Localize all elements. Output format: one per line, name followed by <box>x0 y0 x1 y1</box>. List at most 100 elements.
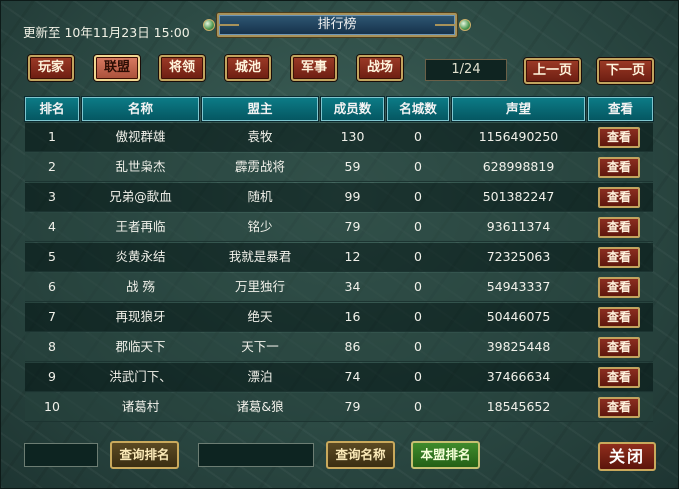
page-indicator: 1/24 <box>425 59 507 81</box>
table-row: 5 炎黄永结 我就是暴君 12 0 72325063 查看 <box>25 243 653 272</box>
view-button[interactable]: 查看 <box>598 397 640 418</box>
tab-player[interactable]: 玩家 <box>28 55 74 81</box>
title-ornament-left <box>217 24 239 26</box>
cell-cities: 0 <box>414 309 422 324</box>
cell-prestige: 1156490250 <box>478 129 559 144</box>
cell-alliance-name: 兄弟@歃血 <box>109 189 172 204</box>
cell-alliance-name: 洪武门下、 <box>109 369 172 384</box>
cell-prestige: 628998819 <box>482 159 555 174</box>
cell-prestige: 18545652 <box>486 399 551 414</box>
query-name-button[interactable]: 查询名称 <box>326 441 395 469</box>
cell-alliance-name: 郡临天下 <box>115 339 166 354</box>
next-page-button[interactable]: 下一页 <box>597 58 654 84</box>
window-title-bar: 排行榜 <box>203 13 471 37</box>
tab-alliance[interactable]: 联盟 <box>94 55 140 81</box>
view-button[interactable]: 查看 <box>598 187 640 208</box>
leaderboard-window: 更新至 10年11月23日 15:00 排行榜 玩家 联盟 将领 城池 军事 战… <box>0 0 679 489</box>
cell-alliance-name: 炎黄永结 <box>115 249 166 264</box>
cell-leader: 随机 <box>247 189 273 204</box>
tab-general[interactable]: 将领 <box>159 55 205 81</box>
view-button[interactable]: 查看 <box>598 367 640 388</box>
cell-cities: 0 <box>414 159 422 174</box>
table-row: 9 洪武门下、 漂泊 74 0 37466634 查看 <box>25 363 653 392</box>
gem-icon <box>459 19 471 31</box>
cell-rank: 9 <box>48 369 56 384</box>
cell-cities: 0 <box>414 279 422 294</box>
cell-prestige: 501382247 <box>482 189 555 204</box>
tab-battlefield[interactable]: 战场 <box>357 55 403 81</box>
cell-leader: 铭少 <box>247 219 273 234</box>
window-title: 排行榜 <box>317 17 357 32</box>
table-row: 1 傲视群雄 袁牧 130 0 1156490250 查看 <box>25 123 653 152</box>
cell-members: 79 <box>344 219 361 234</box>
cell-cities: 0 <box>414 129 422 144</box>
view-button[interactable]: 查看 <box>598 337 640 358</box>
cell-leader: 绝天 <box>247 309 273 324</box>
table-row: 8 郡临天下 天下一 86 0 39825448 查看 <box>25 333 653 362</box>
view-button[interactable]: 查看 <box>598 157 640 178</box>
prev-page-button[interactable]: 上一页 <box>524 58 581 84</box>
tab-city[interactable]: 城池 <box>225 55 271 81</box>
column-header-rank: 排名 <box>25 97 79 121</box>
cell-members: 99 <box>344 189 361 204</box>
table-row: 3 兄弟@歃血 随机 99 0 501382247 查看 <box>25 183 653 212</box>
cell-rank: 10 <box>44 399 60 414</box>
cell-alliance-name: 再现狼牙 <box>115 309 166 324</box>
cell-rank: 6 <box>48 279 56 294</box>
cell-prestige: 54943337 <box>486 279 551 294</box>
cell-prestige: 93611374 <box>486 219 551 234</box>
table-row: 2 乱世枭杰 霹雳战将 59 0 628998819 查看 <box>25 153 653 182</box>
cell-members: 16 <box>344 309 361 324</box>
column-header-members: 成员数 <box>321 97 384 121</box>
column-header-cities: 名城数 <box>387 97 449 121</box>
cell-rank: 2 <box>48 159 56 174</box>
close-button[interactable]: 关闭 <box>598 442 656 471</box>
cell-alliance-name: 傲视群雄 <box>115 129 166 144</box>
view-button[interactable]: 查看 <box>598 307 640 328</box>
own-alliance-rank-button[interactable]: 本盟排名 <box>411 441 480 469</box>
table-row: 10 诸葛村 诸葛&狼 79 0 18545652 查看 <box>25 393 653 422</box>
cell-leader: 我就是暴君 <box>228 249 292 264</box>
cell-members: 12 <box>344 249 361 264</box>
gem-icon <box>203 19 215 31</box>
view-button[interactable]: 查看 <box>598 217 640 238</box>
cell-rank: 3 <box>48 189 56 204</box>
cell-members: 86 <box>344 339 361 354</box>
cell-leader: 诸葛&狼 <box>236 399 284 414</box>
cell-prestige: 72325063 <box>486 249 551 264</box>
cell-members: 79 <box>344 399 361 414</box>
cell-cities: 0 <box>414 219 422 234</box>
cell-rank: 5 <box>48 249 56 264</box>
view-button[interactable]: 查看 <box>598 247 640 268</box>
cell-rank: 4 <box>48 219 56 234</box>
name-query-input[interactable] <box>198 443 314 467</box>
cell-leader: 天下一 <box>241 339 279 354</box>
view-button[interactable]: 查看 <box>598 127 640 148</box>
cell-alliance-name: 诸葛村 <box>121 399 160 414</box>
rank-query-input[interactable] <box>24 443 98 467</box>
cell-rank: 7 <box>48 309 56 324</box>
cell-alliance-name: 王者再临 <box>115 219 166 234</box>
title-ornament-right <box>435 24 457 26</box>
table-row: 7 再现狼牙 绝天 16 0 50446075 查看 <box>25 303 653 332</box>
column-header-name: 名称 <box>82 97 199 121</box>
cell-members: 130 <box>340 129 365 144</box>
cell-rank: 8 <box>48 339 56 354</box>
cell-members: 34 <box>344 279 361 294</box>
cell-cities: 0 <box>414 189 422 204</box>
query-rank-button[interactable]: 查询排名 <box>110 441 179 469</box>
tab-military[interactable]: 军事 <box>291 55 337 81</box>
view-button[interactable]: 查看 <box>598 277 640 298</box>
cell-cities: 0 <box>414 369 422 384</box>
column-header-leader: 盟主 <box>202 97 318 121</box>
cell-leader: 霹雳战将 <box>234 159 285 174</box>
updated-timestamp: 更新至 10年11月23日 15:00 <box>23 25 190 40</box>
cell-alliance-name: 战 殇 <box>126 279 155 294</box>
column-header-view: 查看 <box>588 97 653 121</box>
cell-rank: 1 <box>48 129 56 144</box>
table-row: 4 王者再临 铭少 79 0 93611374 查看 <box>25 213 653 242</box>
cell-leader: 万里独行 <box>234 279 285 294</box>
cell-cities: 0 <box>414 399 422 414</box>
cell-members: 74 <box>344 369 361 384</box>
cell-members: 59 <box>344 159 361 174</box>
